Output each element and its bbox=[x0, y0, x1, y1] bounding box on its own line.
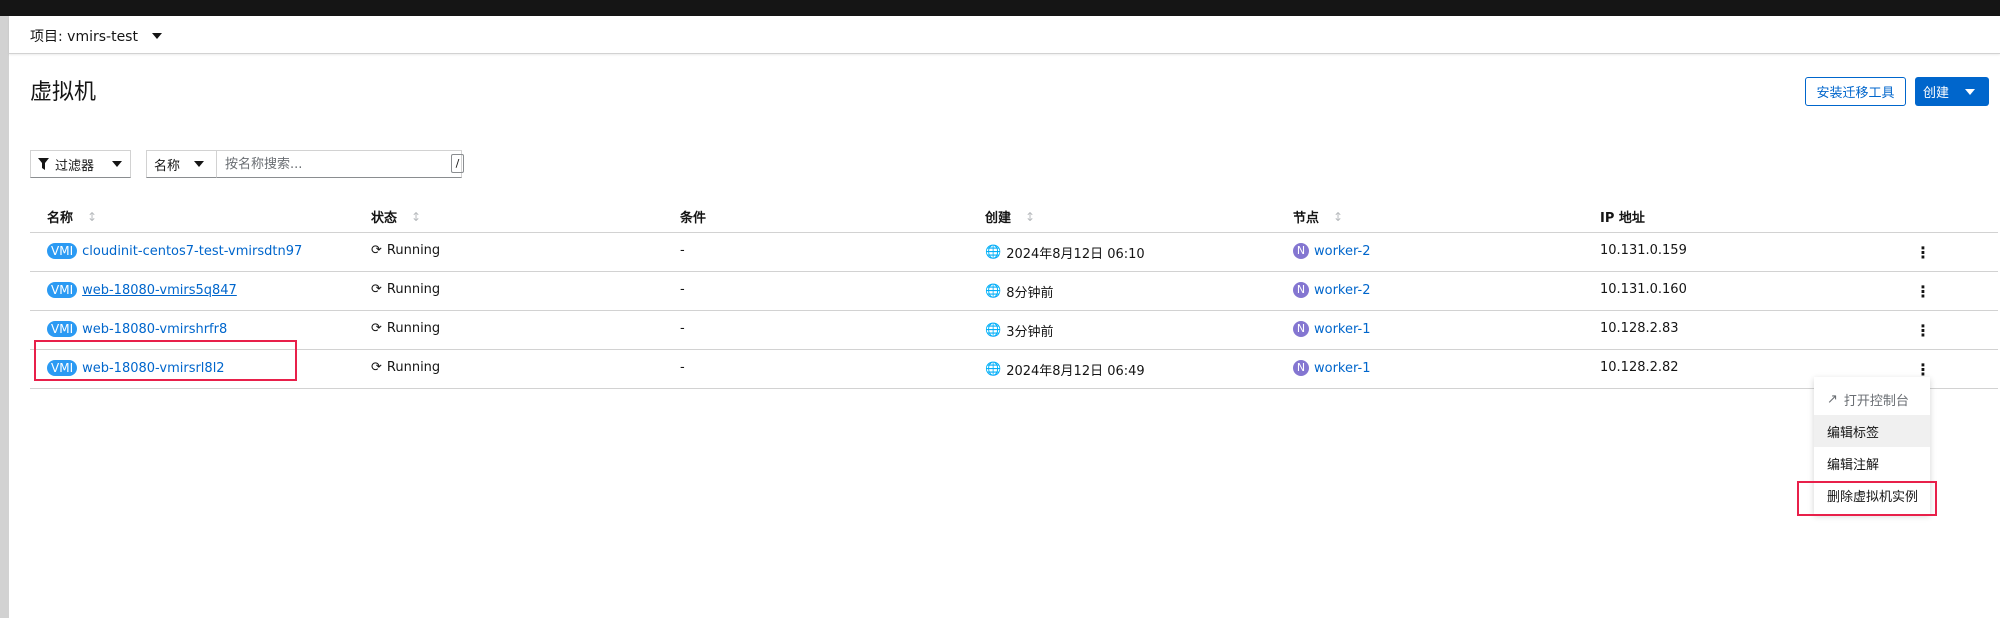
vmi-badge: VMI bbox=[47, 243, 78, 259]
globe-icon: 🌐 bbox=[985, 284, 1002, 299]
caret-down-icon bbox=[194, 161, 205, 167]
main-content: 项目: vmirs-test 虚拟机 安装迁移工具 创建 过滤器 名称 / 名称… bbox=[9, 16, 2000, 618]
table-row: VMI web-18080-vmirs5q847 ⟳ Running - 🌐 8… bbox=[30, 272, 1998, 311]
table-row: VMI cloudinit-centos7-test-vmirsdtn97 ⟳ … bbox=[30, 233, 1998, 272]
menu-item-edit-annotations[interactable]: 编辑注解 bbox=[1814, 447, 1930, 479]
search-input[interactable] bbox=[217, 150, 462, 178]
conditions-cell: - bbox=[680, 321, 685, 336]
node-cell: N worker-2 bbox=[1293, 282, 1370, 298]
vmi-badge: VMI bbox=[47, 321, 78, 337]
menu-item-open-console[interactable]: ↗ 打开控制台 bbox=[1814, 383, 1930, 415]
status-cell: ⟳ Running bbox=[371, 282, 441, 297]
globe-icon: 🌐 bbox=[985, 323, 1002, 338]
node-cell: N worker-1 bbox=[1293, 360, 1370, 376]
table-row: VMI web-18080-vmirsrl8l2 ⟳ Running - 🌐 2… bbox=[30, 350, 1998, 389]
status-cell: ⟳ Running bbox=[371, 360, 441, 375]
ip-cell: 10.128.2.83 bbox=[1600, 321, 1679, 336]
sync-icon: ⟳ bbox=[371, 282, 382, 297]
conditions-cell: - bbox=[680, 243, 685, 258]
globe-icon: 🌐 bbox=[985, 245, 1002, 260]
sort-icon: ↕ bbox=[1333, 209, 1344, 224]
kebab-menu-icon[interactable]: ⋮ bbox=[1915, 359, 1931, 379]
node-cell: N worker-2 bbox=[1293, 243, 1370, 259]
sync-icon: ⟳ bbox=[371, 360, 382, 375]
caret-down-icon bbox=[1965, 88, 1976, 95]
name-filter-label: 名称 bbox=[154, 158, 181, 174]
column-header-name[interactable]: 名称 ↕ bbox=[47, 207, 98, 227]
status-cell: ⟳ Running bbox=[371, 243, 441, 258]
top-masthead bbox=[0, 0, 2000, 16]
vm-name-cell: VMI web-18080-vmirsrl8l2 bbox=[47, 360, 225, 376]
vmi-badge: VMI bbox=[47, 282, 78, 298]
project-label: 项目: vmirs-test bbox=[30, 29, 138, 45]
keyboard-shortcut-hint: / bbox=[451, 154, 464, 173]
node-link[interactable]: worker-1 bbox=[1314, 322, 1370, 337]
vm-name-cell: VMI web-18080-vmirs5q847 bbox=[47, 282, 237, 298]
filter-dropdown[interactable]: 过滤器 bbox=[30, 150, 131, 178]
sort-icon: ↕ bbox=[1025, 209, 1036, 224]
table-header: 名称 ↕ 状态 ↕ 条件 创建 ↕ 节点 ↕ IP 地址 bbox=[30, 196, 1998, 233]
sort-icon: ↕ bbox=[411, 209, 422, 224]
table-row: VMI web-18080-vmirshrfr8 ⟳ Running - 🌐 3… bbox=[30, 311, 1998, 350]
external-link-icon: ↗ bbox=[1827, 391, 1838, 407]
project-selector[interactable]: 项目: vmirs-test bbox=[30, 26, 162, 46]
name-filter-dropdown[interactable]: 名称 bbox=[146, 150, 217, 178]
kebab-menu-icon[interactable]: ⋮ bbox=[1915, 281, 1931, 301]
vm-name-cell: VMI cloudinit-centos7-test-vmirsdtn97 bbox=[47, 243, 302, 259]
node-badge: N bbox=[1293, 321, 1309, 337]
node-link[interactable]: worker-1 bbox=[1314, 361, 1370, 376]
sync-icon: ⟳ bbox=[371, 243, 382, 258]
vm-name-link[interactable]: cloudinit-centos7-test-vmirsdtn97 bbox=[82, 244, 302, 259]
vm-name-link[interactable]: web-18080-vmirs5q847 bbox=[82, 283, 237, 298]
status-cell: ⟳ Running bbox=[371, 321, 441, 336]
vm-table: 名称 ↕ 状态 ↕ 条件 创建 ↕ 节点 ↕ IP 地址 VMI cloudin… bbox=[30, 196, 1998, 389]
ip-cell: 10.128.2.82 bbox=[1600, 360, 1679, 375]
column-header-created[interactable]: 创建 ↕ bbox=[985, 207, 1036, 227]
ip-cell: 10.131.0.159 bbox=[1600, 243, 1687, 258]
filter-label: 过滤器 bbox=[55, 158, 95, 174]
kebab-menu-icon[interactable]: ⋮ bbox=[1915, 320, 1931, 340]
globe-icon: 🌐 bbox=[985, 362, 1002, 377]
column-header-status[interactable]: 状态 ↕ bbox=[371, 207, 422, 227]
created-cell: 🌐 2024年8月12日 06:49 bbox=[985, 362, 1145, 379]
sync-icon: ⟳ bbox=[371, 321, 382, 336]
project-bar: 项目: vmirs-test bbox=[9, 16, 2000, 54]
column-header-conditions: 条件 bbox=[680, 211, 707, 226]
vm-name-link[interactable]: web-18080-vmirshrfr8 bbox=[82, 322, 227, 337]
node-link[interactable]: worker-2 bbox=[1314, 283, 1370, 298]
vm-name-link[interactable]: web-18080-vmirsrl8l2 bbox=[82, 361, 224, 376]
install-migration-tools-button[interactable]: 安装迁移工具 bbox=[1805, 77, 1906, 106]
created-cell: 🌐 8分钟前 bbox=[985, 284, 1054, 301]
conditions-cell: - bbox=[680, 282, 685, 297]
menu-item-delete-vmi[interactable]: 删除虚拟机实例 bbox=[1814, 479, 1930, 511]
created-cell: 🌐 2024年8月12日 06:10 bbox=[985, 245, 1145, 262]
node-badge: N bbox=[1293, 360, 1309, 376]
column-header-ip: IP 地址 bbox=[1600, 211, 1645, 226]
ip-cell: 10.131.0.160 bbox=[1600, 282, 1687, 297]
left-edge bbox=[0, 16, 9, 618]
node-link[interactable]: worker-2 bbox=[1314, 244, 1370, 259]
filter-icon bbox=[38, 158, 49, 170]
vmi-badge: VMI bbox=[47, 360, 78, 376]
menu-item-edit-labels[interactable]: 编辑标签 bbox=[1814, 415, 1930, 447]
caret-down-icon bbox=[112, 161, 123, 167]
create-button[interactable]: 创建 bbox=[1915, 77, 1989, 106]
column-header-node[interactable]: 节点 ↕ bbox=[1293, 207, 1344, 227]
sort-icon: ↕ bbox=[87, 209, 98, 224]
created-cell: 🌐 3分钟前 bbox=[985, 323, 1054, 340]
row-actions-menu: ↗ 打开控制台 编辑标签 编辑注解 删除虚拟机实例 bbox=[1814, 377, 1930, 514]
page-title: 虚拟机 bbox=[30, 80, 97, 105]
node-cell: N worker-1 bbox=[1293, 321, 1370, 337]
node-badge: N bbox=[1293, 243, 1309, 259]
conditions-cell: - bbox=[680, 360, 685, 375]
node-badge: N bbox=[1293, 282, 1309, 298]
kebab-menu-icon[interactable]: ⋮ bbox=[1915, 242, 1931, 262]
caret-down-icon bbox=[151, 33, 162, 39]
create-button-label: 创建 bbox=[1923, 86, 1950, 101]
vm-name-cell: VMI web-18080-vmirshrfr8 bbox=[47, 321, 227, 337]
